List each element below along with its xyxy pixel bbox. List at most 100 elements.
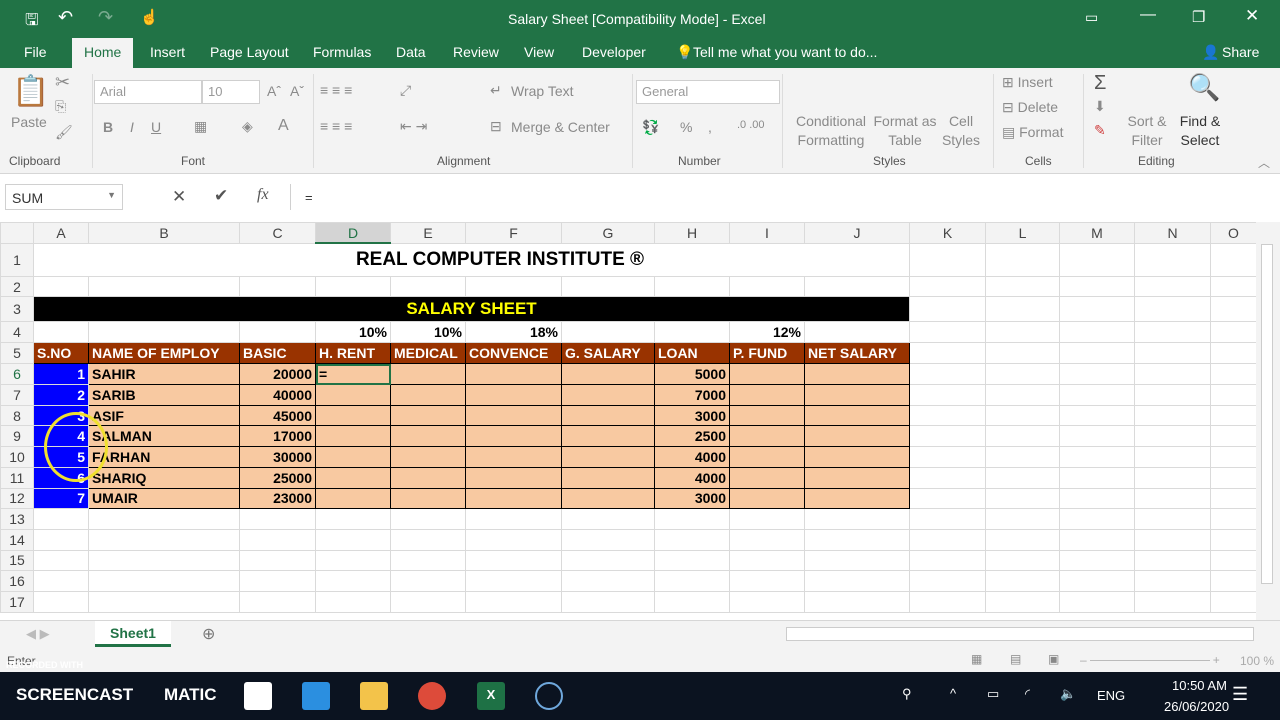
- cell-name[interactable]: SAHIR: [88, 363, 240, 386]
- cell-B13[interactable]: [88, 508, 240, 530]
- screencast-icon[interactable]: [535, 682, 563, 710]
- cell[interactable]: [804, 466, 910, 489]
- close-button[interactable]: ✕: [1245, 6, 1259, 26]
- column-header-B[interactable]: B: [88, 222, 240, 244]
- enter-icon[interactable]: ✔: [214, 186, 228, 206]
- cell-M12[interactable]: [1059, 487, 1135, 510]
- cell-D13[interactable]: [315, 508, 391, 530]
- cell-J13[interactable]: [804, 508, 910, 530]
- cell[interactable]: [804, 404, 910, 427]
- cell-H14[interactable]: [654, 528, 730, 551]
- find-select-button[interactable]: Find & Select: [1176, 112, 1224, 150]
- cell-L15[interactable]: [985, 549, 1060, 572]
- cell-M11[interactable]: [1059, 466, 1135, 489]
- conditional-formatting-button[interactable]: Conditional Formatting: [793, 112, 869, 150]
- clock-date[interactable]: 26/06/2020: [1164, 699, 1229, 714]
- redo-icon[interactable]: ↷: [98, 7, 113, 28]
- cell-O6[interactable]: [1210, 363, 1257, 386]
- cell-I2[interactable]: [729, 275, 805, 298]
- cell-K6[interactable]: [909, 363, 986, 386]
- share-button[interactable]: Share: [1222, 44, 1259, 60]
- column-heading[interactable]: S.NO: [33, 342, 89, 365]
- cell-sno[interactable]: 2: [33, 384, 89, 406]
- vertical-scrollbar[interactable]: [1256, 222, 1280, 620]
- cell[interactable]: [729, 404, 805, 427]
- cell-O15[interactable]: [1210, 549, 1257, 572]
- cell-O1[interactable]: [1210, 242, 1257, 277]
- cell-M4[interactable]: [1059, 321, 1135, 344]
- cell-hrent[interactable]: [315, 466, 391, 489]
- cell-E2[interactable]: [390, 275, 466, 298]
- cell-L13[interactable]: [985, 508, 1060, 530]
- cell-K3[interactable]: [909, 296, 986, 323]
- cell-L1[interactable]: [985, 242, 1060, 277]
- cell-M7[interactable]: [1059, 384, 1135, 406]
- active-cell[interactable]: =: [315, 363, 391, 386]
- cell-name[interactable]: SARIB: [88, 384, 240, 406]
- cell-A14[interactable]: [33, 528, 89, 551]
- insert-function-icon[interactable]: fx: [257, 186, 269, 204]
- page-break-icon[interactable]: ▣: [1048, 652, 1059, 666]
- new-sheet-icon[interactable]: ⊕: [202, 624, 215, 644]
- cut-icon[interactable]: ✂: [55, 72, 70, 93]
- cell-K15[interactable]: [909, 549, 986, 572]
- column-heading[interactable]: BASIC: [239, 342, 316, 365]
- cell-M2[interactable]: [1059, 275, 1135, 298]
- orientation-icon[interactable]: ⤢: [400, 82, 411, 99]
- cell-A13[interactable]: [33, 508, 89, 530]
- row-header-7[interactable]: 7: [0, 384, 34, 406]
- column-heading[interactable]: NET SALARY: [804, 342, 910, 365]
- cell-name[interactable]: SALMAN: [88, 425, 240, 448]
- row-header-4[interactable]: 4: [0, 321, 34, 344]
- zoom-slider[interactable]: – +: [1080, 653, 1225, 667]
- font-size-select[interactable]: 10: [202, 80, 260, 104]
- cell-F14[interactable]: [465, 528, 562, 551]
- formula-input[interactable]: =: [290, 184, 1274, 210]
- cell-H17[interactable]: [654, 590, 730, 613]
- cell-N11[interactable]: [1134, 466, 1211, 489]
- chrome-icon[interactable]: [418, 682, 446, 710]
- cell-basic[interactable]: 20000: [239, 363, 316, 386]
- rate-E[interactable]: 10%: [390, 321, 466, 344]
- cell-A4[interactable]: [33, 321, 89, 344]
- cell[interactable]: [561, 425, 655, 448]
- cell-N1[interactable]: [1134, 242, 1211, 277]
- tab-view[interactable]: View: [524, 44, 554, 60]
- collapse-ribbon-icon[interactable]: ︿: [1258, 154, 1270, 171]
- cell-O16[interactable]: [1210, 570, 1257, 592]
- tab-page-layout[interactable]: Page Layout: [210, 44, 289, 60]
- cell-G2[interactable]: [561, 275, 655, 298]
- cell-basic[interactable]: 17000: [239, 425, 316, 448]
- column-header-K[interactable]: K: [909, 222, 986, 244]
- cell-B4[interactable]: [88, 321, 240, 344]
- excel-icon[interactable]: X: [477, 682, 505, 710]
- cell-L10[interactable]: [985, 446, 1060, 468]
- tab-formulas[interactable]: Formulas: [313, 44, 371, 60]
- row-header-6[interactable]: 6: [0, 363, 34, 386]
- cell-A2[interactable]: [33, 275, 89, 298]
- row-header-2[interactable]: 2: [0, 275, 34, 298]
- cell-G15[interactable]: [561, 549, 655, 572]
- cell-C13[interactable]: [239, 508, 316, 530]
- name-box[interactable]: SUM ▼: [5, 184, 123, 210]
- paste-button[interactable]: Paste: [11, 114, 47, 130]
- cell-F17[interactable]: [465, 590, 562, 613]
- column-heading[interactable]: NAME OF EMPLOY: [88, 342, 240, 365]
- cell-O5[interactable]: [1210, 342, 1257, 365]
- cell-N8[interactable]: [1134, 404, 1211, 427]
- tell-me-search[interactable]: Tell me what you want to do...: [693, 44, 877, 60]
- cell-E17[interactable]: [390, 590, 466, 613]
- cell-hrent[interactable]: [315, 487, 391, 510]
- horizontal-scrollbar[interactable]: [786, 627, 1254, 641]
- cell[interactable]: [465, 446, 562, 468]
- cell-N4[interactable]: [1134, 321, 1211, 344]
- cell[interactable]: [390, 363, 466, 386]
- cell-F16[interactable]: [465, 570, 562, 592]
- row-header-8[interactable]: 8: [0, 404, 34, 427]
- rate-I[interactable]: 12%: [729, 321, 805, 344]
- select-all-corner[interactable]: [0, 222, 34, 244]
- row-header-14[interactable]: 14: [0, 528, 34, 551]
- cell-loan[interactable]: 5000: [654, 363, 730, 386]
- cell-G4[interactable]: [561, 321, 655, 344]
- cell-J14[interactable]: [804, 528, 910, 551]
